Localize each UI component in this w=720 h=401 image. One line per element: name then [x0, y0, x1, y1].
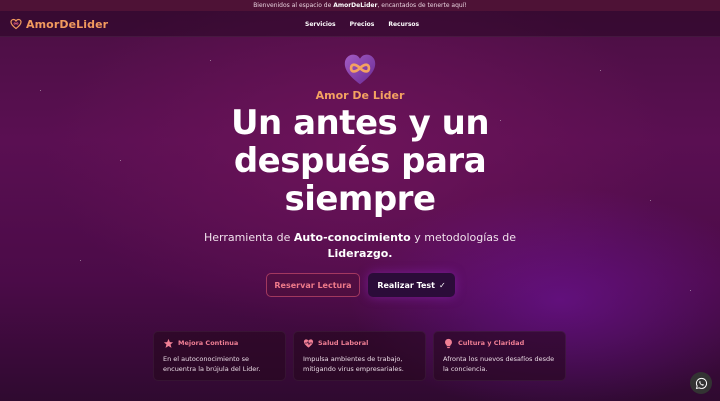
nav-link-recursos[interactable]: Recursos	[388, 21, 419, 28]
hero-tagline: Herramienta de Auto-conocimiento y metod…	[200, 230, 520, 262]
reserve-reading-label: Reservar Lectura	[274, 280, 352, 290]
announcement-bar: Bienvenidos al espacio de AmorDeLider, e…	[0, 0, 720, 11]
card-text: En el autoconocimiento se encuentra la b…	[163, 355, 261, 373]
feature-card-cultura-claridad: Cultura y Claridad Afronta los nuevos de…	[433, 331, 566, 381]
brand-logo-link[interactable]: AmorDeLider	[10, 16, 108, 32]
tagline-emphasis-1: Auto-conocimiento	[293, 231, 411, 244]
card-title: Cultura y Claridad	[458, 339, 525, 347]
feature-card-mejora-continua: Mejora Continua En el autoconocimiento s…	[153, 331, 286, 381]
tagline-text-2: y metodologías de	[410, 231, 517, 244]
reserve-reading-button[interactable]: Reservar Lectura	[266, 273, 360, 297]
heart-infinity-icon	[10, 18, 22, 30]
tagline-text-1: Herramienta de	[203, 231, 294, 244]
nav-link-precios[interactable]: Precios	[350, 21, 375, 28]
brand-name: AmorDeLider	[26, 17, 109, 31]
check-icon: ✓	[438, 280, 446, 290]
tagline-emphasis-2: Liderazgo.	[327, 247, 393, 260]
card-text: Afronta los nuevos desafíos desde la con…	[443, 355, 555, 373]
nav-link-servicios[interactable]: Servicios	[305, 21, 336, 28]
announcement-brand: AmorDeLider	[333, 2, 378, 9]
nav-links: Servicios Precios Recursos	[305, 11, 419, 37]
feature-card-salud-laboral: Salud Laboral Impulsa ambientes de traba…	[293, 331, 426, 381]
heart-infinity-icon	[344, 54, 376, 85]
announcement-prefix: Bienvenidos al espacio de	[253, 2, 334, 9]
lightbulb-icon	[445, 338, 452, 348]
announcement-suffix: , encantados de tenerte aquí!	[377, 2, 467, 9]
hero-brand-name: Amor De Lider	[315, 89, 405, 102]
take-test-button[interactable]: Realizar Test ✓	[368, 273, 455, 297]
star-icon	[163, 338, 174, 348]
whatsapp-icon	[695, 377, 707, 389]
hero-headline: Un antes y un después para siempre	[230, 103, 490, 219]
heart-pulse-icon	[303, 338, 314, 348]
card-text: Impulsa ambientes de trabajo, mitigando …	[303, 355, 404, 373]
card-title: Salud Laboral	[318, 339, 369, 347]
navbar: AmorDeLider Servicios Precios Recursos	[0, 11, 720, 37]
take-test-label: Realizar Test	[377, 280, 435, 290]
whatsapp-button[interactable]	[690, 372, 712, 394]
card-title: Mejora Continua	[178, 339, 239, 347]
